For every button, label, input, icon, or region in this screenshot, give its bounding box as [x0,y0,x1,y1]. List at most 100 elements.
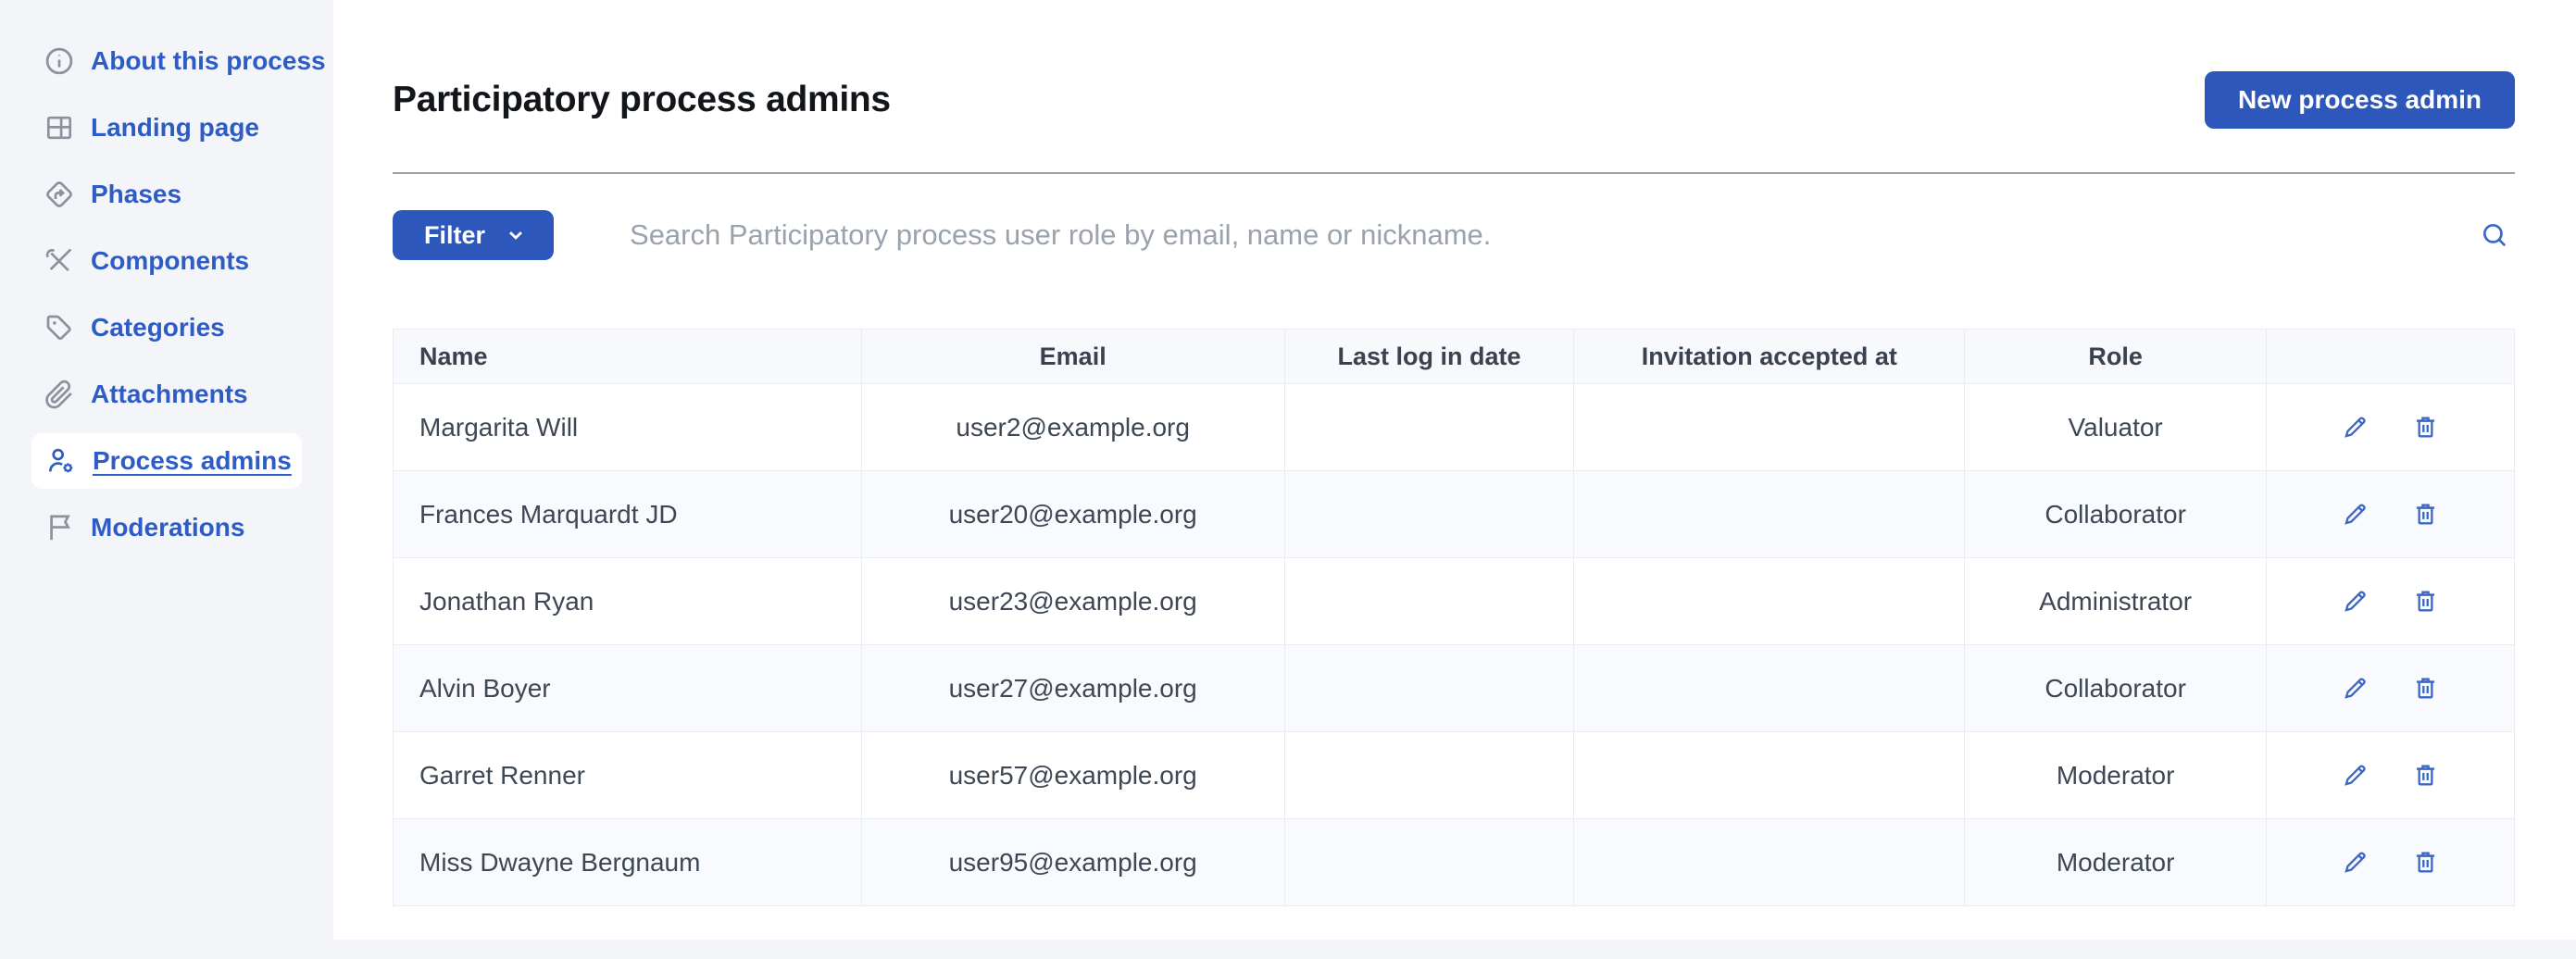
sidebar-item-components[interactable]: Components [0,228,333,294]
process-admins-table: Name Email Last log in date Invitation a… [393,329,2515,906]
pencil-icon [2341,848,2370,877]
cell-invitation-accepted [1574,645,1965,732]
cell-last-login [1284,558,1574,645]
info-icon [43,44,76,78]
cell-email: user95@example.org [861,819,1284,906]
new-process-admin-button[interactable]: New process admin [2205,71,2515,129]
cell-email: user27@example.org [861,645,1284,732]
layout-icon [43,111,76,144]
cell-name: Margarita Will [394,384,862,471]
trash-icon [2411,674,2440,703]
flag-icon [43,511,76,544]
sidebar-item-label: Moderations [91,513,244,542]
search-icon [2480,218,2509,252]
delete-button[interactable] [2407,496,2444,533]
sidebar-item-label: Components [91,246,249,276]
trash-icon [2411,848,2440,877]
cell-last-login [1284,732,1574,819]
delete-button[interactable] [2407,670,2444,707]
cell-invitation-accepted [1574,558,1965,645]
cell-last-login [1284,819,1574,906]
trash-icon [2411,500,2440,529]
cell-role: Valuator [1965,384,2267,471]
cell-email: user23@example.org [861,558,1284,645]
cell-actions [2267,819,2515,906]
cell-last-login [1284,645,1574,732]
column-header-invitation: Invitation accepted at [1574,330,1965,384]
cell-role: Moderator [1965,819,2267,906]
search-input[interactable] [628,218,2463,253]
sidebar-item-categories[interactable]: Categories [0,294,333,361]
cell-invitation-accepted [1574,732,1965,819]
edit-button[interactable] [2337,496,2374,533]
cell-last-login [1284,384,1574,471]
edit-button[interactable] [2337,670,2374,707]
delete-button[interactable] [2407,583,2444,620]
main-content: Participatory process admins New process… [333,0,2576,940]
delete-button[interactable] [2407,409,2444,446]
sidebar-item-process-admins[interactable]: Process admins [31,433,302,489]
sidebar-item-moderations[interactable]: Moderations [0,494,333,561]
tools-icon [43,244,76,278]
sidebar-item-label: Attachments [91,380,248,409]
delete-button[interactable] [2407,757,2444,794]
cell-last-login [1284,471,1574,558]
column-header-name: Name [394,330,862,384]
sidebar-item-label: Landing page [91,113,259,143]
edit-button[interactable] [2337,844,2374,881]
pencil-icon [2341,761,2370,790]
edit-button[interactable] [2337,757,2374,794]
cell-actions [2267,732,2515,819]
sidebar-item-label: Process admins [93,446,292,476]
edit-button[interactable] [2337,583,2374,620]
cell-role: Moderator [1965,732,2267,819]
phases-diamond-icon [43,178,76,211]
table-row: Alvin Boyer user27@example.org Collabora… [394,645,2515,732]
filter-button-label: Filter [424,221,485,250]
pencil-icon [2341,500,2370,529]
column-header-last-login: Last log in date [1284,330,1574,384]
column-header-actions [2267,330,2515,384]
sidebar-item-about-this-process[interactable]: About this process [0,28,333,94]
process-sidebar: About this process Landing page Phases C… [0,0,333,959]
sidebar-item-label: Categories [91,313,225,342]
sidebar-item-attachments[interactable]: Attachments [0,361,333,428]
pencil-icon [2341,413,2370,442]
filter-button[interactable]: Filter [393,210,554,260]
trash-icon [2411,413,2440,442]
cell-actions [2267,645,2515,732]
cell-name: Alvin Boyer [394,645,862,732]
table-row: Frances Marquardt JD user20@example.org … [394,471,2515,558]
tag-icon [43,311,76,344]
pencil-icon [2341,674,2370,703]
sidebar-item-label: About this process [91,46,326,76]
cell-role: Collaborator [1965,471,2267,558]
cell-email: user2@example.org [861,384,1284,471]
cell-invitation-accepted [1574,819,1965,906]
search-button[interactable] [2474,215,2515,255]
user-settings-icon [44,444,78,478]
trash-icon [2411,761,2440,790]
cell-name: Frances Marquardt JD [394,471,862,558]
cell-actions [2267,558,2515,645]
table-row: Jonathan Ryan user23@example.org Adminis… [394,558,2515,645]
sidebar-item-label: Phases [91,180,181,209]
cell-email: user20@example.org [861,471,1284,558]
table-body: Margarita Will user2@example.org Valuato… [394,384,2515,906]
table-row: Margarita Will user2@example.org Valuato… [394,384,2515,471]
chevron-down-icon [504,223,528,247]
page-header: Participatory process admins New process… [393,56,2515,144]
sidebar-item-landing-page[interactable]: Landing page [0,94,333,161]
delete-button[interactable] [2407,844,2444,881]
footer-strip [0,940,2576,959]
table-header: Name Email Last log in date Invitation a… [394,330,2515,384]
table-row: Garret Renner user57@example.org Moderat… [394,732,2515,819]
cell-invitation-accepted [1574,471,1965,558]
cell-actions [2267,471,2515,558]
header-divider [393,172,2515,174]
edit-button[interactable] [2337,409,2374,446]
column-header-role: Role [1965,330,2267,384]
pencil-icon [2341,587,2370,616]
paperclip-icon [43,378,76,411]
sidebar-item-phases[interactable]: Phases [0,161,333,228]
